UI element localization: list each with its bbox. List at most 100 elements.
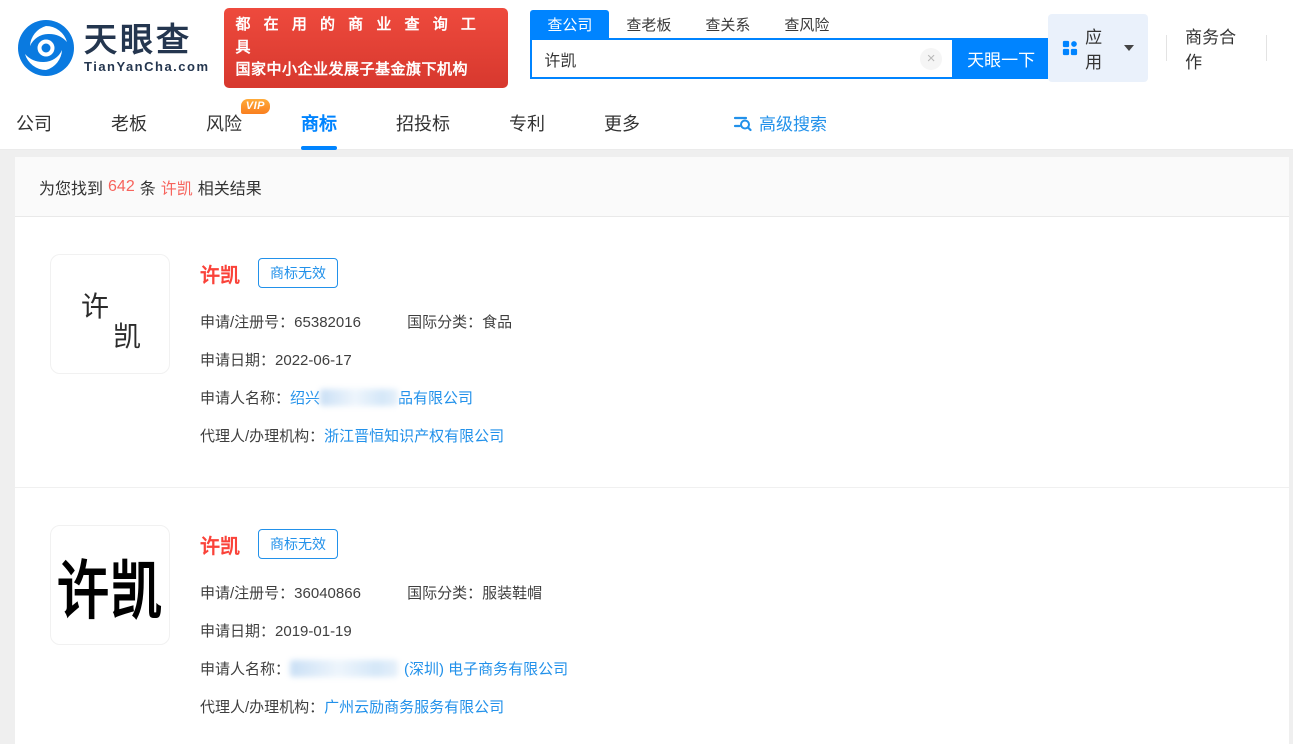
applicant-label: 申请人名称： [200, 661, 290, 678]
apply-date-value: 2022-06-17 [275, 352, 352, 369]
nav-tab-label: 风险 [206, 110, 242, 136]
apply-date-label: 申请日期： [200, 623, 275, 640]
results-count: 642 [108, 178, 135, 196]
trademark-image-char: 许 [81, 285, 109, 325]
agent-label: 代理人/办理机构： [200, 699, 324, 716]
reg-no-label: 申请/注册号： [200, 314, 294, 331]
apply-date-row: 申请日期：2019-01-19 [200, 622, 568, 642]
applicant-name-suffix: 品有限公司 [398, 390, 473, 407]
brand-name: 天眼查 [84, 23, 210, 56]
category-nav: 公司 老板 风险 VIP 商标 招投标 专利 更多 高级搜索 [0, 96, 1293, 150]
applicant-row: 申请人名称： (深圳) 电子商务有限公司 [200, 660, 568, 680]
result-content: 许凯 商标无效 申请/注册号：36040866 国际分类：服装鞋帽 申请日期：2… [200, 525, 568, 718]
page-body: 为您找到 642 条 许凯 相关结果 许 凯 许凯 商标无效 申请/注册号：65… [0, 150, 1293, 744]
intl-class-value: 食品 [482, 314, 512, 331]
header-right: 应用 商务合作 [1048, 14, 1293, 82]
applicant-label: 申请人名称： [200, 390, 290, 407]
search-tabs: 查公司 查老板 查关系 查风险 [530, 10, 1048, 38]
reg-no-value: 36040866 [294, 585, 361, 602]
apply-date-value: 2019-01-19 [275, 623, 352, 640]
registration-row: 申请/注册号：36040866 国际分类：服装鞋帽 [200, 584, 568, 604]
trademark-image[interactable]: 许凯 [50, 525, 170, 645]
applicant-row: 申请人名称：绍兴 品有限公司 [200, 389, 512, 409]
results-unit: 条 [140, 175, 156, 199]
redacted-name-blur [320, 389, 398, 406]
business-cooperation-link[interactable]: 商务合作 [1185, 23, 1248, 73]
trademark-result-row: 许 凯 许凯 商标无效 申请/注册号：65382016 国际分类：食品 申请日期… [15, 217, 1289, 488]
trademark-image-char: 凯 [113, 315, 141, 355]
apps-grid-icon [1062, 39, 1078, 57]
results-summary-bar: 为您找到 642 条 许凯 相关结果 [15, 157, 1289, 217]
nav-tab-boss[interactable]: 老板 [111, 96, 147, 150]
apply-date-row: 申请日期：2022-06-17 [200, 351, 512, 371]
clear-search-icon[interactable]: × [920, 48, 942, 70]
nav-tab-bidding[interactable]: 招投标 [396, 96, 450, 150]
status-badge: 商标无效 [258, 529, 338, 559]
agent-link[interactable]: 广州云励商务服务有限公司 [324, 699, 504, 716]
tianyancha-logo[interactable]: 天眼查 TianYanCha.com [16, 18, 210, 78]
registration-row: 申请/注册号：65382016 国际分类：食品 [200, 313, 512, 333]
nav-tab-label: 更多 [604, 110, 640, 136]
apps-label: 应用 [1085, 23, 1115, 73]
agent-row: 代理人/办理机构：广州云励商务服务有限公司 [200, 698, 568, 718]
vip-badge: VIP [241, 99, 270, 114]
search-input[interactable] [532, 50, 920, 68]
nav-tab-risk[interactable]: 风险 VIP [206, 96, 242, 150]
nav-tab-label: 老板 [111, 110, 147, 136]
reg-no-label: 申请/注册号： [200, 585, 294, 602]
applicant-name-prefix: 绍兴 [290, 390, 320, 407]
agent-row: 代理人/办理机构：浙江晋恒知识产权有限公司 [200, 427, 512, 447]
header: 天眼查 TianYanCha.com 都 在 用 的 商 业 查 询 工 具 国… [0, 0, 1293, 96]
promo-banner: 都 在 用 的 商 业 查 询 工 具 国家中小企业发展子基金旗下机构 [224, 8, 509, 88]
search-tab-risk[interactable]: 查风险 [767, 10, 846, 38]
nav-tab-label: 专利 [509, 110, 545, 136]
nav-tab-label: 商标 [301, 110, 337, 136]
search-tab-relation[interactable]: 查关系 [688, 10, 767, 38]
reg-no-value: 65382016 [294, 314, 361, 331]
applicant-link[interactable]: 绍兴 品有限公司 [290, 390, 473, 407]
brand-domain: TianYanCha.com [84, 59, 210, 74]
results-container: 为您找到 642 条 许凯 相关结果 许 凯 许凯 商标无效 申请/注册号：65… [15, 157, 1289, 744]
agent-label: 代理人/办理机构： [200, 428, 324, 445]
advanced-search-link[interactable]: 高级搜索 [733, 110, 827, 135]
search-button[interactable]: 天眼一下 [954, 38, 1048, 79]
advanced-search-label: 高级搜索 [759, 110, 827, 135]
applicant-name-suffix: (深圳) 电子商务有限公司 [404, 661, 568, 678]
search-tab-company[interactable]: 查公司 [530, 10, 609, 38]
intl-class-label: 国际分类： [407, 585, 482, 602]
result-title-row: 许凯 商标无效 [200, 529, 568, 559]
nav-tab-trademark[interactable]: 商标 [301, 96, 337, 150]
nav-tab-more[interactable]: 更多 [604, 96, 640, 150]
active-tab-underline [301, 146, 337, 150]
result-content: 许凯 商标无效 申请/注册号：65382016 国际分类：食品 申请日期：202… [200, 254, 512, 447]
apps-dropdown[interactable]: 应用 [1048, 14, 1148, 82]
trademark-title-link[interactable]: 许凯 [200, 259, 240, 288]
trademark-title-link[interactable]: 许凯 [200, 530, 240, 559]
results-suffix: 相关结果 [198, 175, 262, 199]
search-block: 查公司 查老板 查关系 查风险 × 天眼一下 [530, 10, 1048, 79]
intl-class-value: 服装鞋帽 [482, 585, 542, 602]
trademark-image[interactable]: 许 凯 [50, 254, 170, 374]
divider [1166, 35, 1167, 61]
tianyancha-logo-icon [16, 18, 76, 78]
chevron-down-icon [1124, 45, 1134, 51]
intl-class-label: 国际分类： [407, 314, 482, 331]
result-title-row: 许凯 商标无效 [200, 258, 512, 288]
trademark-image-text: 许凯 [51, 513, 169, 657]
nav-tab-label: 公司 [16, 110, 52, 136]
search-row: × 天眼一下 [530, 38, 1048, 79]
agent-link[interactable]: 浙江晋恒知识产权有限公司 [324, 428, 504, 445]
logo-text: 天眼查 TianYanCha.com [84, 23, 210, 74]
trademark-result-row: 许凯 许凯 商标无效 申请/注册号：36040866 国际分类：服装鞋帽 申请日… [15, 488, 1289, 744]
nav-tab-company[interactable]: 公司 [16, 96, 52, 150]
divider [1266, 35, 1267, 61]
applicant-link[interactable]: (深圳) 电子商务有限公司 [290, 661, 568, 678]
apply-date-label: 申请日期： [200, 352, 275, 369]
search-tab-boss[interactable]: 查老板 [609, 10, 688, 38]
redacted-name-blur [290, 660, 398, 677]
search-box: × [530, 38, 954, 79]
promo-line2: 国家中小企业发展子基金旗下机构 [236, 59, 497, 82]
nav-tab-label: 招投标 [396, 110, 450, 136]
nav-tab-patent[interactable]: 专利 [509, 96, 545, 150]
advanced-search-icon [733, 113, 752, 132]
